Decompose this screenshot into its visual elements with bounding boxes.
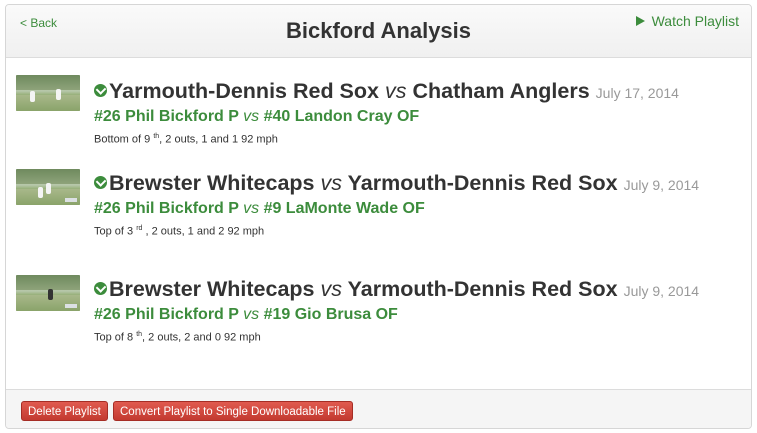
watch-playlist-label: Watch Playlist (651, 13, 739, 29)
video-thumbnail[interactable] (16, 169, 80, 205)
video-thumbnail[interactable] (16, 275, 80, 311)
batter-name: #19 Gio Brusa OF (263, 306, 398, 323)
count-speed: , 2 outs, 2 and 0 92 mph (142, 331, 261, 344)
pitcher-name: #26 Phil Bickford P (94, 200, 239, 217)
baseball-icon (94, 84, 107, 97)
thumbnail-trees (16, 275, 80, 290)
thumbnail-player (56, 89, 61, 100)
away-team: Yarmouth-Dennis Red Sox (347, 277, 618, 301)
away-team: Yarmouth-Dennis Red Sox (347, 171, 618, 195)
count-speed: , 2 outs, 1 and 2 92 mph (142, 225, 265, 238)
players-line: #26 Phil Bickford P vs #19 Gio Brusa OF (94, 305, 743, 325)
game-date: July 17, 2014 (595, 85, 679, 101)
convert-playlist-button[interactable]: Convert Playlist to Single Downloadable … (113, 401, 353, 421)
thumbnail-watermark (65, 304, 77, 308)
watch-playlist-link[interactable]: Watch Playlist (635, 13, 739, 29)
inning-half: Bottom of 9 (94, 133, 151, 146)
players-line: #26 Phil Bickford P vs #40 Landon Cray O… (94, 107, 743, 127)
item-info: Brewster Whitecaps vs Yarmouth-Dennis Re… (94, 171, 743, 238)
video-thumbnail[interactable] (16, 75, 80, 111)
play-icon (635, 16, 645, 26)
vs-label: vs (243, 306, 260, 323)
home-team: Brewster Whitecaps (109, 277, 315, 301)
vs-label: vs (243, 108, 260, 125)
header-bar: < Back Bickford Analysis Watch Playlist (6, 5, 751, 58)
count-speed: , 2 outs, 1 and 1 92 mph (159, 133, 278, 146)
pitcher-name: #26 Phil Bickford P (94, 306, 239, 323)
home-team: Brewster Whitecaps (109, 171, 315, 195)
thumbnail-watermark (65, 198, 77, 202)
vs-label: vs (384, 79, 407, 103)
inning-half: Top of 3 (94, 225, 134, 238)
thumbnail-trees (16, 75, 80, 90)
thumbnail-player (46, 183, 51, 194)
thumbnail-field (16, 95, 80, 111)
thumbnail-player (38, 187, 43, 198)
thumbnail-player (48, 289, 53, 300)
inning-half: Top of 8 (94, 331, 134, 344)
situation-text: Top of 8 th, 2 outs, 2 and 0 92 mph (94, 331, 743, 344)
thumbnail-player (30, 91, 35, 102)
home-team: Yarmouth-Dennis Red Sox (109, 79, 379, 103)
thumbnail-trees (16, 169, 80, 184)
vs-label: vs (320, 171, 343, 195)
away-team: Chatham Anglers (412, 79, 590, 103)
batter-name: #9 LaMonte Wade OF (263, 200, 425, 217)
players-line: #26 Phil Bickford P vs #9 LaMonte Wade O… (94, 199, 743, 219)
matchup-line[interactable]: Brewster Whitecaps vs Yarmouth-Dennis Re… (94, 277, 743, 303)
vs-label: vs (320, 277, 343, 301)
matchup-line[interactable]: Brewster Whitecaps vs Yarmouth-Dennis Re… (94, 171, 743, 197)
pitcher-name: #26 Phil Bickford P (94, 108, 239, 125)
footer-bar: Delete Playlist Convert Playlist to Sing… (6, 389, 751, 428)
item-info: Brewster Whitecaps vs Yarmouth-Dennis Re… (94, 277, 743, 344)
situation-text: Top of 3 rd , 2 outs, 1 and 2 92 mph (94, 225, 743, 238)
vs-label: vs (243, 200, 260, 217)
game-date: July 9, 2014 (623, 177, 700, 193)
situation-text: Bottom of 9 th, 2 outs, 1 and 1 92 mph (94, 133, 743, 146)
baseball-icon (94, 282, 107, 295)
game-date: July 9, 2014 (623, 283, 700, 299)
item-info: Yarmouth-Dennis Red Sox vs Chatham Angle… (94, 79, 743, 146)
batter-name: #40 Landon Cray OF (263, 108, 420, 125)
matchup-line[interactable]: Yarmouth-Dennis Red Sox vs Chatham Angle… (94, 79, 743, 105)
delete-playlist-button[interactable]: Delete Playlist (21, 401, 108, 421)
baseball-icon (94, 176, 107, 189)
playlist-panel: < Back Bickford Analysis Watch Playlist … (5, 4, 752, 429)
